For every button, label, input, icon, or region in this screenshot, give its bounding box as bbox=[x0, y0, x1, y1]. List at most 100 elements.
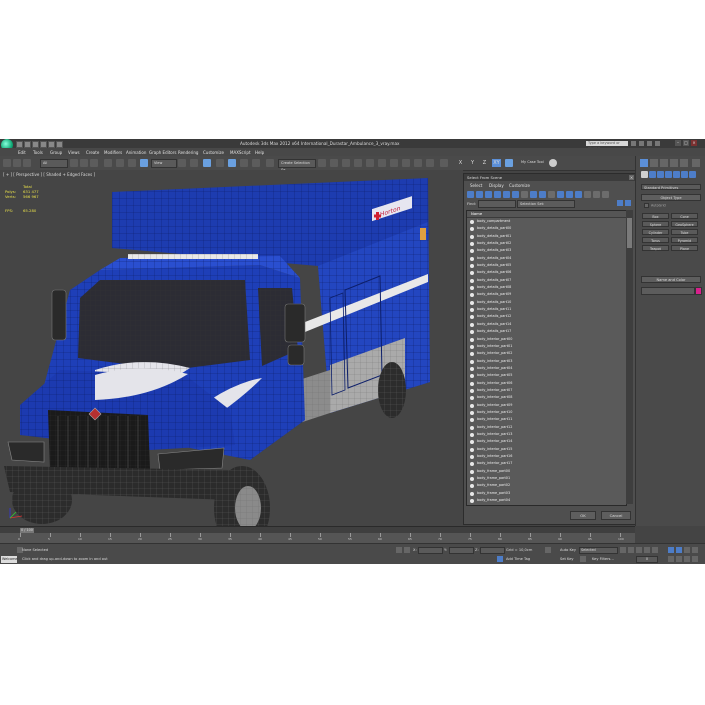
help-icon[interactable] bbox=[655, 141, 660, 146]
display-helpers-icon[interactable] bbox=[503, 191, 510, 198]
selection-set-options-icon[interactable] bbox=[625, 200, 631, 206]
restore-button[interactable]: □ bbox=[683, 140, 689, 146]
tube-button[interactable]: Tube bbox=[671, 229, 698, 235]
spinner-snap-icon[interactable] bbox=[252, 159, 260, 167]
selection-set-dropdown[interactable]: Selection Set: bbox=[517, 200, 575, 208]
hierarchy-tab-icon[interactable] bbox=[660, 159, 668, 167]
info-icon[interactable] bbox=[639, 141, 644, 146]
add-time-tag[interactable]: Add Time Tag bbox=[506, 557, 530, 561]
select-manipulate-icon[interactable] bbox=[190, 159, 198, 167]
list-item[interactable]: body_frame_part02 bbox=[467, 482, 626, 489]
list-item[interactable]: body_details_part09 bbox=[467, 291, 626, 298]
list-item[interactable]: body_interior_part16 bbox=[467, 453, 626, 460]
list-scrollbar[interactable] bbox=[626, 210, 633, 504]
menu-edit[interactable]: Edit bbox=[18, 150, 26, 155]
edit-named-selection-icon[interactable] bbox=[266, 159, 274, 167]
menu-animation[interactable]: Animation bbox=[126, 150, 146, 155]
menu-views[interactable]: Views bbox=[68, 150, 80, 155]
list-item[interactable]: body_details_part00 bbox=[467, 225, 626, 232]
display-lights-icon[interactable] bbox=[485, 191, 492, 198]
cameras-icon[interactable] bbox=[665, 171, 672, 178]
selection-filter-dropdown[interactable]: All bbox=[40, 159, 68, 168]
list-item[interactable]: body_interior_part14 bbox=[467, 438, 626, 445]
new-file-icon[interactable] bbox=[16, 141, 23, 148]
pyramid-button[interactable]: Pyramid bbox=[671, 237, 698, 243]
set-key-button[interactable]: Set Key bbox=[560, 557, 574, 561]
keyboard-shortcut-override-icon[interactable] bbox=[203, 159, 211, 167]
select-invert-icon[interactable] bbox=[575, 191, 582, 198]
list-item[interactable]: body_interior_part12 bbox=[467, 424, 626, 431]
zoom-extents-icon[interactable] bbox=[684, 547, 690, 553]
list-item[interactable]: body_interior_part01 bbox=[467, 343, 626, 350]
redo-icon[interactable] bbox=[48, 141, 55, 148]
geometry-icon[interactable] bbox=[641, 171, 648, 178]
menu-graph-editors[interactable]: Graph Editors bbox=[149, 150, 176, 155]
teapot-render-icon[interactable] bbox=[440, 159, 448, 167]
list-item[interactable]: body_details_part08 bbox=[467, 284, 626, 291]
orbit-icon[interactable] bbox=[684, 556, 690, 562]
space-warps-icon[interactable] bbox=[681, 171, 688, 178]
list-item[interactable]: body_interior_part10 bbox=[467, 409, 626, 416]
curve-editor-icon[interactable] bbox=[366, 159, 374, 167]
bind-space-warp-icon[interactable] bbox=[23, 159, 31, 167]
my-case-tool-button[interactable]: My Case Tool bbox=[519, 159, 549, 166]
primitive-category-dropdown[interactable]: Standard Primitives bbox=[641, 184, 701, 190]
shapes-icon[interactable] bbox=[649, 171, 656, 178]
list-item[interactable]: body_details_part17 bbox=[467, 328, 626, 335]
save-file-icon[interactable] bbox=[32, 141, 39, 148]
pivot-center-icon[interactable] bbox=[178, 159, 186, 167]
go-to-end-icon[interactable] bbox=[652, 547, 658, 553]
cone-button[interactable]: Cone bbox=[671, 213, 698, 219]
object-name-field[interactable] bbox=[641, 287, 695, 295]
key-mode-icon[interactable] bbox=[545, 547, 551, 553]
object-type-rollout[interactable]: Object Type bbox=[641, 194, 701, 201]
hierarchy-icon[interactable] bbox=[593, 191, 600, 198]
trackbar[interactable]: 0 5 10 15 20 25 30 35 40 45 50 55 60 65 70 75 80 85 90 95 10… bbox=[0, 533, 635, 543]
display-space-warps-icon[interactable] bbox=[512, 191, 519, 198]
undo-icon[interactable] bbox=[40, 141, 47, 148]
display-containers-icon[interactable] bbox=[548, 191, 555, 198]
autogrid-checkbox[interactable]: AutoGrid bbox=[644, 203, 666, 208]
zoom-extents-all-icon[interactable] bbox=[692, 547, 698, 553]
find-input[interactable] bbox=[478, 200, 516, 208]
dialog-title[interactable]: Select From Scene bbox=[464, 174, 636, 181]
axis-x-button[interactable]: X bbox=[456, 159, 465, 167]
display-bones-icon[interactable] bbox=[539, 191, 546, 198]
next-frame-icon[interactable] bbox=[644, 547, 650, 553]
angle-snap-icon[interactable] bbox=[228, 159, 236, 167]
list-item[interactable]: body_details_part02 bbox=[467, 240, 626, 247]
menu-maxscript[interactable]: MAXScript bbox=[230, 150, 251, 155]
current-frame-field[interactable]: 0 bbox=[636, 556, 658, 563]
torus-button[interactable]: Torus bbox=[642, 237, 669, 243]
list-item[interactable]: body_interior_part02 bbox=[467, 350, 626, 357]
dialog-menu-customize[interactable]: Customize bbox=[509, 183, 530, 188]
select-object-icon[interactable] bbox=[70, 159, 78, 167]
create-tab-icon[interactable] bbox=[640, 159, 648, 167]
x-coord-field[interactable] bbox=[418, 547, 443, 554]
axis-xy-button[interactable]: XY bbox=[492, 159, 501, 167]
menu-customize[interactable]: Customize bbox=[203, 150, 224, 155]
select-rotate-icon[interactable] bbox=[128, 159, 136, 167]
mirror-icon[interactable] bbox=[318, 159, 326, 167]
list-item[interactable]: body_frame_part00 bbox=[467, 468, 626, 475]
plane-button[interactable]: Plane bbox=[671, 245, 698, 251]
menu-group[interactable]: Group bbox=[50, 150, 62, 155]
maximize-viewport-icon[interactable] bbox=[692, 556, 698, 562]
cancel-button[interactable]: Cancel bbox=[601, 511, 631, 520]
rendered-frame-window-icon[interactable] bbox=[414, 159, 422, 167]
play-icon[interactable] bbox=[636, 547, 642, 553]
minimize-button[interactable]: – bbox=[675, 140, 681, 146]
display-cameras-icon[interactable] bbox=[494, 191, 501, 198]
material-editor-icon[interactable] bbox=[390, 159, 398, 167]
list-item[interactable]: body_interior_part00 bbox=[467, 336, 626, 343]
snaps-toggle-icon[interactable] bbox=[216, 159, 224, 167]
display-groups-icon[interactable] bbox=[521, 191, 528, 198]
layer-manager-icon[interactable] bbox=[342, 159, 350, 167]
time-tag-icon[interactable] bbox=[497, 556, 503, 562]
display-geometry-icon[interactable] bbox=[467, 191, 474, 198]
zoom-all-icon[interactable] bbox=[676, 547, 682, 553]
perspective-viewport[interactable]: [ + ] [ Perspective ] [ Shaded + Edged F… bbox=[0, 170, 463, 526]
motion-tab-icon[interactable] bbox=[670, 159, 678, 167]
key-filters-button[interactable]: Key Filters... bbox=[592, 557, 614, 561]
teapot-icon[interactable] bbox=[549, 159, 557, 167]
